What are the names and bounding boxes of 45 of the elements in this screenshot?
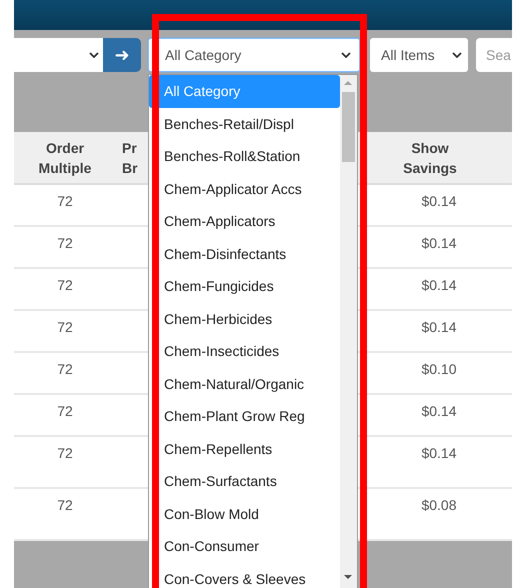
- dropdown-option[interactable]: Chem-Natural/Organic: [149, 368, 340, 400]
- dropdown-option[interactable]: Con-Consumer: [149, 530, 340, 562]
- dropdown-option[interactable]: Benches-Retail/Displ: [149, 108, 340, 140]
- chevron-icon: [452, 52, 462, 58]
- scroll-up-icon: [344, 81, 352, 85]
- table-cell: 72: [57, 319, 73, 335]
- table-cell-text: $0.14: [420, 319, 457, 335]
- dropdown-option[interactable]: Con-Blow Mold: [149, 498, 340, 530]
- column-header: Pr Br: [121, 138, 139, 178]
- dropdown-option[interactable]: Chem-Insecticides: [149, 335, 340, 368]
- chevron-icon: [89, 52, 99, 58]
- table-cell: 72: [57, 277, 73, 293]
- table-cell: 72: [57, 403, 73, 419]
- go-button[interactable]: ➜: [103, 38, 141, 72]
- column-header: Show Savings: [402, 138, 458, 178]
- dropdown-option[interactable]: Con-Covers & Sleeves: [149, 562, 340, 588]
- scroll-down-icon: [344, 575, 352, 579]
- table-cell: 72: [57, 445, 73, 461]
- table-cell: 72: [57, 361, 73, 377]
- dropdown-option[interactable]: Chem-Surfactants: [149, 465, 340, 498]
- table-cell: 72: [57, 235, 73, 251]
- scrollbar[interactable]: [340, 75, 357, 588]
- table-cell-text: $0.10: [420, 361, 457, 377]
- dropdown-option[interactable]: Chem-Applicators: [149, 205, 340, 238]
- table-cell-text: $0.14: [420, 403, 457, 419]
- items-select[interactable]: All Items: [370, 38, 468, 72]
- chevron-icon: [341, 52, 351, 58]
- table-cell-text: $0.14: [420, 235, 457, 251]
- table-cell: 72: [57, 497, 73, 513]
- table-cell-text: $0.14: [420, 193, 457, 209]
- dropdown-option[interactable]: Chem-Repellents: [149, 432, 340, 465]
- dropdown-option[interactable]: Chem-Applicator Accs: [149, 172, 340, 205]
- scroll-thumb[interactable]: [342, 92, 355, 162]
- table-cell-text: $0.08: [420, 497, 457, 513]
- column-header: Order Multiple: [38, 138, 92, 178]
- dropdown-option[interactable]: Chem-Disinfectants: [149, 238, 340, 270]
- select-field[interactable]: [14, 38, 103, 72]
- table-cell-text: $0.14: [420, 445, 457, 461]
- dropdown-option[interactable]: Chem-Plant Grow Reg: [149, 400, 340, 432]
- dropdown-option[interactable]: Benches-Roll&Station: [149, 140, 340, 172]
- category-select[interactable]: All Category: [148, 38, 360, 72]
- table-cell: 72: [57, 193, 73, 209]
- table-cell-text: $0.14: [420, 277, 457, 293]
- dropdown-option[interactable]: Chem-Fungicides: [149, 270, 340, 302]
- dropdown-option[interactable]: Chem-Herbicides: [149, 302, 340, 335]
